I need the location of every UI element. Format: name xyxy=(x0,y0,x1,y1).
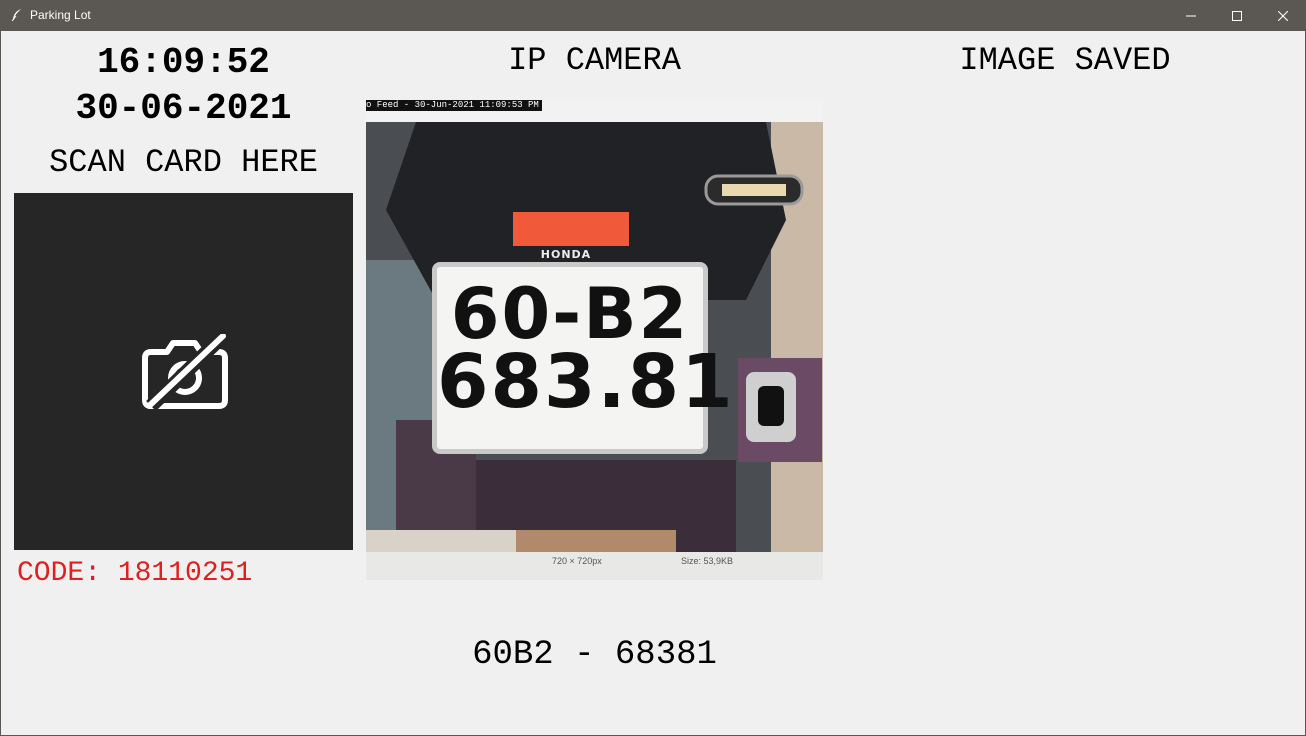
feed-timestamp-overlay: o Feed - 30-Jun-2021 11:09:53 PM xyxy=(366,100,542,111)
ip-camera-feed: HONDA 60-B2 683.81 o Feed - 30-Jun-2021 … xyxy=(366,100,823,580)
maximize-icon xyxy=(1232,10,1242,21)
clock-date: 30-06-2021 xyxy=(75,88,292,129)
viewer-status-bar: 720 × 720px Size: 53,9KB xyxy=(366,552,823,580)
ip-camera-heading: IP CAMERA xyxy=(508,42,681,79)
scan-card-label: SCAN CARD HERE xyxy=(49,144,318,181)
feather-icon xyxy=(11,9,21,22)
card-code: CODE: 18110251 xyxy=(17,558,253,589)
close-icon xyxy=(1278,10,1288,21)
license-plate-line2: 683.81 xyxy=(437,339,735,425)
image-size: Size: 53,9KB xyxy=(681,556,734,566)
maximize-button[interactable] xyxy=(1214,0,1260,31)
license-plate: 60-B2 683.81 xyxy=(432,262,735,454)
minimize-button[interactable] xyxy=(1168,0,1214,31)
plate-brand: HONDA xyxy=(540,248,592,261)
close-button[interactable] xyxy=(1260,0,1306,31)
image-dimensions: 720 × 720px xyxy=(552,556,602,566)
window-title: Parking Lot xyxy=(30,8,91,22)
title-bar: Parking Lot xyxy=(0,0,1306,31)
plate-result: 60B2 - 68381 xyxy=(472,636,717,674)
card-image-placeholder xyxy=(14,193,353,550)
camera-off-icon xyxy=(141,333,228,410)
clock-time: 16:09:52 xyxy=(97,42,270,83)
minimize-icon xyxy=(1186,15,1196,16)
image-saved-heading: IMAGE SAVED xyxy=(959,42,1171,79)
